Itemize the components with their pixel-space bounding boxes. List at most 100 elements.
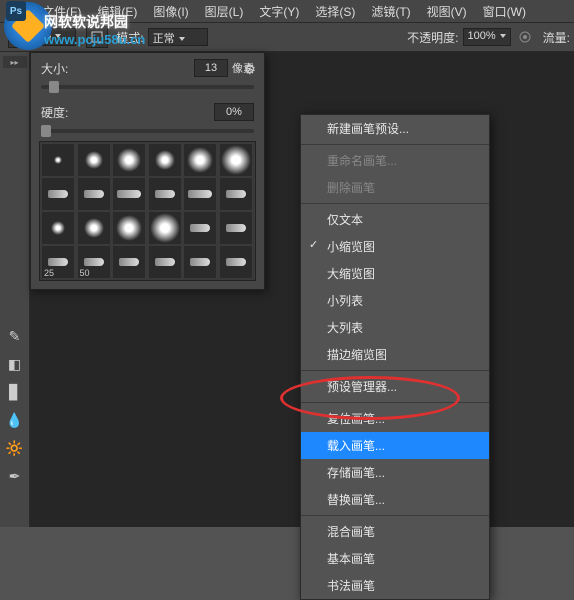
current-tool-icon[interactable] [8, 26, 30, 48]
menu-separator [301, 370, 489, 371]
app-logo: Ps [6, 1, 26, 21]
brush-preset[interactable] [78, 144, 110, 176]
history-brush-tool[interactable]: ✎ [3, 324, 27, 348]
menu-item[interactable]: 小列表 [301, 287, 489, 314]
menu-item-label: 小列表 [327, 294, 363, 308]
menu-separator [301, 203, 489, 204]
brush-presets-grid: 25 50 [39, 141, 256, 281]
brush-preset[interactable] [149, 178, 181, 210]
hardness-label: 硬度: [41, 104, 85, 121]
menu-edit[interactable]: 编辑(E) [89, 3, 145, 20]
brush-preset[interactable] [42, 178, 74, 210]
menu-item-label: 替换画笔... [327, 493, 385, 507]
menu-file[interactable]: 文件(F) [34, 3, 89, 20]
menu-item-label: 复位画笔... [327, 412, 385, 426]
menu-item[interactable]: 替换画笔... [301, 486, 489, 513]
brush-preset[interactable] [78, 212, 110, 244]
size-input[interactable] [194, 59, 228, 77]
brush-preset[interactable] [149, 212, 181, 244]
brush-preset[interactable] [184, 246, 216, 278]
brush-preset[interactable] [113, 246, 145, 278]
brush-preset[interactable] [149, 246, 181, 278]
menu-item-label: 基本画笔 [327, 552, 375, 566]
opacity-label: 不透明度: [407, 29, 458, 46]
options-bar: 13 模式: 正常 不透明度: 100% 流量: [0, 22, 574, 52]
menu-window[interactable]: 窗口(W) [475, 3, 534, 20]
menu-layer[interactable]: 图层(L) [197, 3, 252, 20]
brush-preset[interactable] [220, 212, 252, 244]
brush-preset[interactable]: 50 [78, 246, 110, 278]
brush-preset[interactable] [184, 144, 216, 176]
menu-separator [301, 144, 489, 145]
brush-preset[interactable] [113, 178, 145, 210]
menu-item[interactable]: 大列表 [301, 314, 489, 341]
menu-select[interactable]: 选择(S) [307, 3, 363, 20]
menu-view[interactable]: 视图(V) [419, 3, 475, 20]
menu-item[interactable]: 复位画笔... [301, 405, 489, 432]
menu-item[interactable]: ✓小缩览图 [301, 233, 489, 260]
canvas-area: ⚙ 大小: 像素 硬度: [30, 52, 574, 527]
menu-item-label: 小缩览图 [327, 240, 375, 254]
opacity-input[interactable]: 100% [463, 28, 511, 46]
menu-item-label: 描边缩览图 [327, 348, 387, 362]
brush-preset[interactable] [42, 212, 74, 244]
flow-label: 流量: [543, 29, 570, 46]
menu-item-label: 载入画笔... [327, 439, 385, 453]
brush-preset[interactable] [113, 144, 145, 176]
brush-preset[interactable] [149, 144, 181, 176]
menu-item-label: 新建画笔预设... [327, 122, 409, 136]
brush-preset[interactable]: 25 [42, 246, 74, 278]
toolbox-expand[interactable]: ▸▸ [3, 56, 27, 68]
brush-preset[interactable] [220, 246, 252, 278]
menu-item[interactable]: 仅文本 [301, 206, 489, 233]
menu-item[interactable]: 预设管理器... [301, 373, 489, 400]
preset-size-label: 50 [80, 268, 90, 278]
menu-item-label: 仅文本 [327, 213, 363, 227]
eraser-tool[interactable]: ◧ [3, 352, 27, 376]
brush-preset[interactable] [42, 144, 74, 176]
gradient-tool[interactable]: ▊ [3, 380, 27, 404]
brush-preset-picker[interactable]: 13 [34, 28, 76, 46]
main-menubar: Ps 文件(F) 编辑(E) 图像(I) 图层(L) 文字(Y) 选择(S) 滤… [0, 0, 574, 22]
brush-preset[interactable] [184, 212, 216, 244]
menu-item-label: 书法画笔 [327, 579, 375, 593]
menu-item: 重命名画笔... [301, 147, 489, 174]
chevron-down-icon [55, 34, 61, 38]
dodge-tool[interactable]: 🔆 [3, 436, 27, 460]
menu-item[interactable]: 载入画笔... [301, 432, 489, 459]
menu-item[interactable]: 描边缩览图 [301, 341, 489, 368]
mode-label: 模式: [116, 29, 143, 46]
blur-tool[interactable]: 💧 [3, 408, 27, 432]
brush-preset[interactable] [113, 212, 145, 244]
hardness-input[interactable] [214, 103, 254, 121]
brush-context-menu: 新建画笔预设... 重命名画笔... 删除画笔仅文本 ✓小缩览图大缩览图小列表大列表描… [300, 114, 490, 600]
brush-size-value: 13 [39, 30, 51, 42]
menu-filter[interactable]: 滤镜(T) [363, 3, 418, 20]
menu-item-label: 预设管理器... [327, 380, 397, 394]
brush-preset[interactable] [220, 178, 252, 210]
pressure-opacity-icon[interactable] [515, 27, 535, 47]
menu-item[interactable]: 基本画笔 [301, 545, 489, 572]
menu-item: 删除画笔 [301, 174, 489, 201]
menu-image[interactable]: 图像(I) [145, 3, 196, 20]
brush-preset[interactable] [78, 178, 110, 210]
toolbox: ▸▸ ✎ ◧ ▊ 💧 🔆 ✒ [0, 52, 30, 527]
menu-type[interactable]: 文字(Y) [251, 3, 307, 20]
size-slider[interactable] [41, 85, 254, 89]
pen-tool[interactable]: ✒ [3, 464, 27, 488]
menu-item[interactable]: 书法画笔 [301, 572, 489, 599]
chevron-down-icon [179, 37, 185, 41]
menu-item[interactable]: 新建画笔预设... [301, 115, 489, 142]
menu-item[interactable]: 大缩览图 [301, 260, 489, 287]
menu-item-label: 存储画笔... [327, 466, 385, 480]
menu-item[interactable]: 混合画笔 [301, 518, 489, 545]
hardness-slider[interactable] [41, 129, 254, 133]
brush-panel-toggle[interactable] [86, 26, 108, 48]
brush-preset[interactable] [184, 178, 216, 210]
brush-preset[interactable] [220, 144, 252, 176]
gear-icon[interactable]: ⚙ [243, 61, 256, 78]
menu-item-label: 删除画笔 [327, 181, 375, 195]
menu-item[interactable]: 存储画笔... [301, 459, 489, 486]
chevron-down-icon [500, 34, 506, 38]
blend-mode-select[interactable]: 正常 [148, 28, 208, 46]
